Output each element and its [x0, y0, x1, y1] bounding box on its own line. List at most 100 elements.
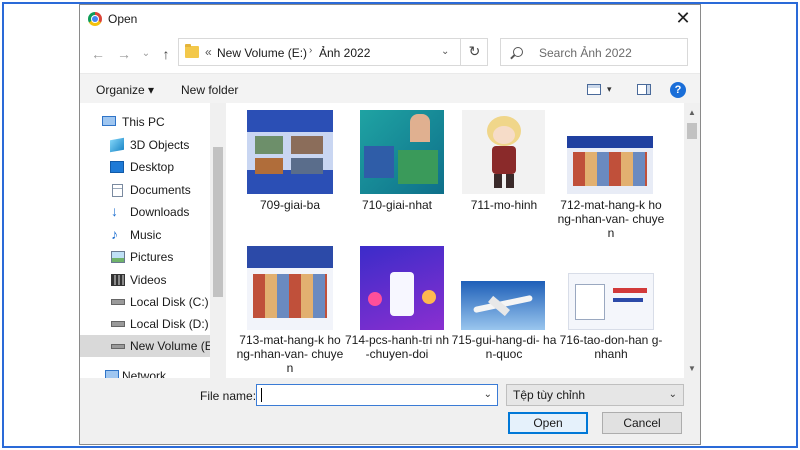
chrome-icon [88, 12, 102, 26]
file-item-711[interactable]: 711-mo-hinh [450, 103, 558, 233]
title-bar: Open ✕ [80, 5, 700, 33]
computer-icon [102, 116, 116, 126]
help-icon[interactable]: ? [670, 82, 686, 98]
file-item-713[interactable]: 713-mat-hang-k hong-nhan-van- chuyen [236, 243, 344, 378]
file-name: 716-tao-don-han g-nhanh [559, 333, 663, 361]
nav-label: Downloads [130, 205, 190, 219]
navigation-pane: This PC 3D Objects Desktop Documents ↓ D… [80, 103, 210, 378]
nav-label: Videos [130, 273, 167, 287]
nav-label: Network [122, 369, 167, 378]
file-name: 715-gui-hang-di- han-quoc [451, 333, 557, 361]
address-bar[interactable]: « New Volume (E:) › Ảnh 2022 ⌄ [178, 38, 488, 66]
document-icon [112, 184, 123, 197]
file-item-715[interactable]: 715-gui-hang-di- han-quoc [450, 243, 558, 378]
nav-label: Desktop [130, 160, 175, 174]
drive-icon [111, 299, 125, 305]
nav-item-3d-objects[interactable]: 3D Objects [80, 134, 210, 156]
music-icon: ♪ [111, 226, 118, 242]
file-thumbnail [360, 246, 444, 330]
nav-item-new-volume-e[interactable]: New Volume (E:) [80, 335, 210, 357]
refresh-button[interactable]: ↻ [460, 38, 488, 66]
nav-label: Documents [130, 183, 191, 197]
file-list: 709-giai-ba 710-giai-nhat 711-mo-hinh 71… [226, 103, 684, 378]
nav-item-network[interactable]: Network [80, 365, 210, 378]
file-name: 713-mat-hang-k hong-nhan-van- chuyen [236, 333, 344, 375]
file-thumbnail [247, 246, 333, 330]
cancel-button[interactable]: Cancel [602, 412, 682, 434]
nav-label: This PC [122, 115, 165, 129]
command-toolbar: Organize ▾ New folder ▾ ? [80, 73, 700, 103]
file-item-712[interactable]: 712-mat-hang-k hong-nhan-van- chuyen [557, 103, 665, 243]
new-folder-button[interactable]: New folder [181, 83, 238, 97]
nav-label: Local Disk (C:) [130, 295, 209, 309]
file-name-input[interactable]: ⌄ [256, 384, 498, 406]
video-icon [111, 274, 125, 286]
file-type-select[interactable]: Tệp tùy chỉnh ⌄ [506, 384, 684, 406]
text-caret [261, 388, 262, 402]
file-item-709[interactable]: 709-giai-ba [236, 103, 344, 233]
nav-label: New Volume (E:) [130, 339, 210, 353]
file-thumbnail [461, 281, 545, 330]
nav-item-desktop[interactable]: Desktop [80, 156, 210, 178]
nav-item-downloads[interactable]: ↓ Downloads [80, 201, 210, 223]
drive-icon [111, 321, 125, 327]
breadcrumb-new-volume[interactable]: New Volume (E:) [217, 46, 307, 60]
close-button[interactable]: ✕ [670, 7, 696, 31]
file-thumbnail [462, 110, 545, 194]
preview-pane-icon[interactable] [637, 84, 651, 95]
file-name: 712-mat-hang-k hong-nhan-van- chuyen [557, 198, 665, 240]
nav-item-local-disk-d[interactable]: Local Disk (D:) [80, 313, 210, 335]
nav-item-documents[interactable]: Documents [80, 179, 210, 201]
nav-item-music[interactable]: ♪ Music [80, 224, 210, 246]
file-item-716[interactable]: 716-tao-don-han g-nhanh [557, 243, 665, 378]
up-button[interactable]: ↑ [158, 43, 174, 65]
scrollbar-thumb[interactable] [213, 147, 223, 297]
open-file-dialog: Open ✕ ← → ⌄ ↑ « New Volume (E:) › Ảnh 2… [79, 4, 701, 445]
file-thumbnail [360, 110, 444, 194]
back-button[interactable]: ← [90, 43, 106, 65]
file-name-dropdown-icon[interactable]: ⌄ [484, 389, 492, 400]
scrollbar-thumb[interactable] [687, 123, 697, 139]
breadcrumb-overflow[interactable]: « [205, 45, 212, 59]
file-thumbnail [247, 110, 333, 194]
file-type-dropdown-icon[interactable]: ⌄ [669, 389, 677, 400]
search-box[interactable]: Search Ảnh 2022 [500, 38, 688, 66]
file-name: 714-pcs-hanh-tri nh-chuyen-doi [344, 333, 450, 361]
open-button[interactable]: Open [508, 412, 588, 434]
navigation-scrollbar[interactable] [210, 103, 226, 378]
file-name: 711-mo-hinh [470, 198, 538, 212]
scroll-up-icon[interactable]: ▲ [688, 108, 696, 117]
nav-label: Local Disk (D:) [130, 317, 209, 331]
address-dropdown-icon[interactable]: ⌄ [441, 46, 449, 57]
file-list-scrollbar[interactable]: ▲ ▼ [684, 103, 700, 378]
search-placeholder: Search Ảnh 2022 [539, 46, 632, 60]
view-options-dropdown-icon[interactable]: ▾ [607, 84, 612, 95]
nav-label: 3D Objects [130, 138, 190, 152]
change-view-icon[interactable] [587, 84, 601, 95]
pictures-icon [111, 251, 125, 263]
nav-item-this-pc[interactable]: This PC [80, 111, 210, 133]
forward-button[interactable]: → [116, 43, 132, 65]
recent-locations-button[interactable]: ⌄ [138, 43, 154, 65]
file-item-710[interactable]: 710-giai-nhat [343, 103, 451, 233]
download-icon: ↓ [111, 203, 118, 219]
file-thumbnail [568, 273, 654, 330]
drive-icon [111, 344, 125, 349]
nav-item-local-disk-c[interactable]: Local Disk (C:) [80, 291, 210, 313]
nav-label: Music [130, 228, 162, 242]
scroll-down-icon[interactable]: ▼ [688, 364, 696, 373]
file-item-714[interactable]: 714-pcs-hanh-tri nh-chuyen-doi [343, 243, 451, 378]
nav-item-videos[interactable]: Videos [80, 269, 210, 291]
organize-button[interactable]: Organize ▾ [96, 83, 154, 97]
nav-item-pictures[interactable]: Pictures [80, 246, 210, 268]
file-type-value: Tệp tùy chỉnh [513, 388, 586, 402]
dialog-footer: File name: ⌄ Tệp tùy chỉnh ⌄ Open Cancel [80, 378, 700, 444]
network-icon [105, 370, 119, 378]
cube-icon [110, 137, 124, 153]
folder-icon [185, 44, 199, 58]
file-name-label: File name: [200, 389, 257, 403]
breadcrumb-chevron-icon[interactable]: › [309, 45, 312, 56]
file-thumbnail [567, 136, 653, 194]
breadcrumb-current-folder[interactable]: Ảnh 2022 [319, 46, 370, 60]
search-icon [513, 47, 523, 57]
